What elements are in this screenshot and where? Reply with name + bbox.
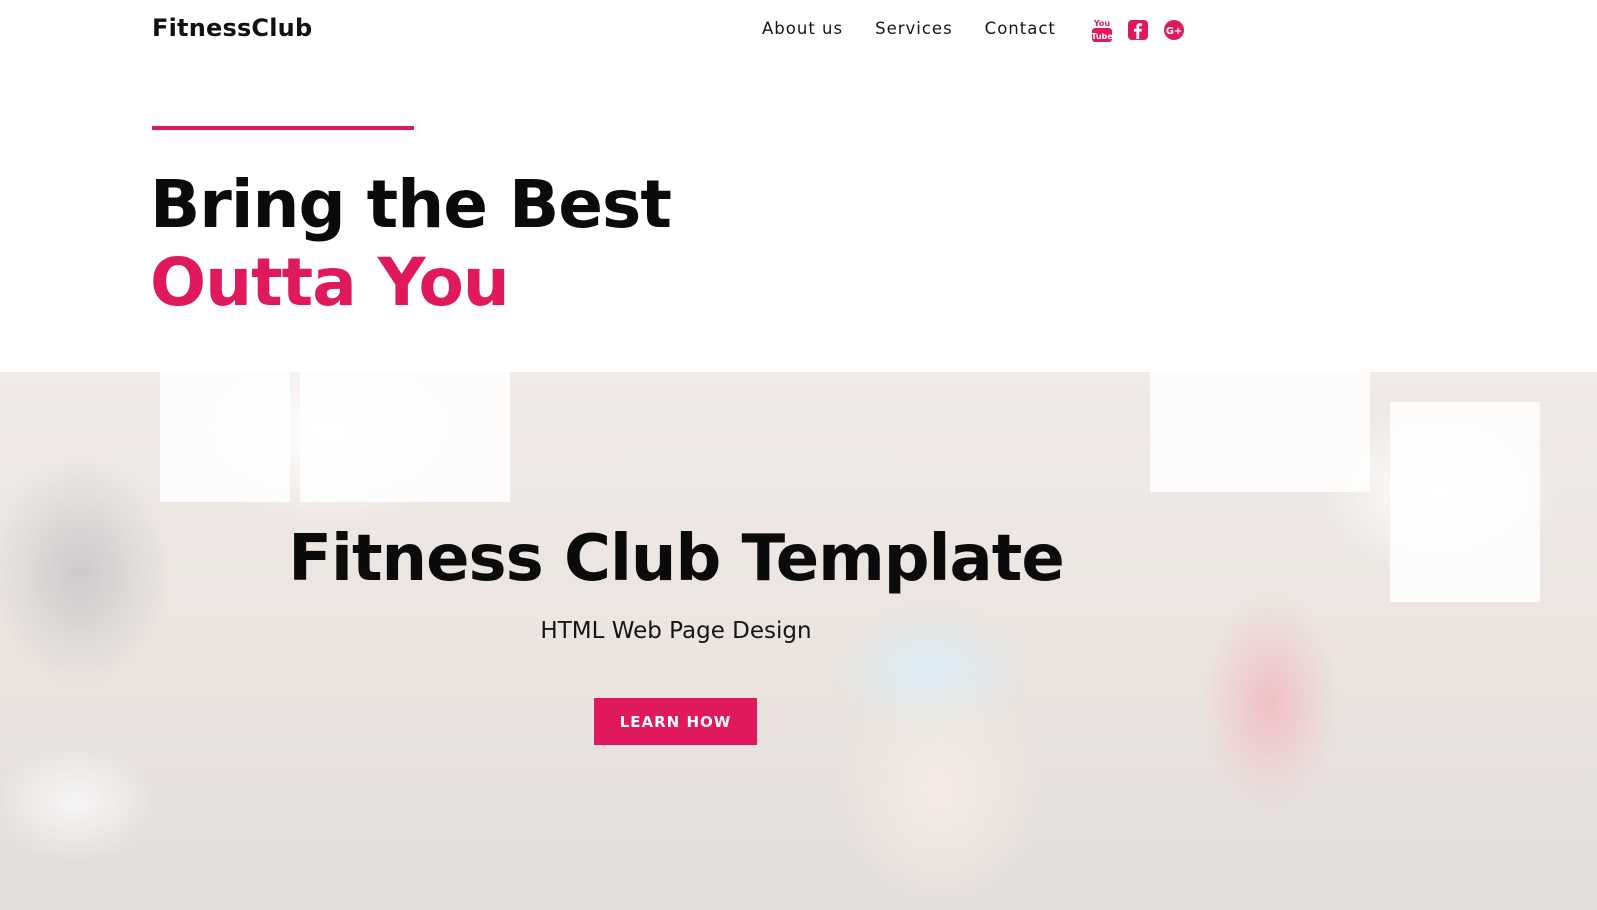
svg-text:You: You [1093,19,1111,28]
intro-heading-line-2: Outta You [150,244,510,321]
intro-heading-line-1: Bring the Best [150,166,672,243]
svg-text:G+: G+ [1166,26,1183,37]
youtube-icon[interactable]: You Tube [1091,17,1113,43]
nav-link-services[interactable]: Services [875,19,953,38]
svg-text:Tube: Tube [1091,32,1113,41]
brand-logo[interactable]: FitnessClub [152,14,312,42]
accent-divider [152,126,414,130]
nav-link-about[interactable]: About us [762,19,843,38]
social-links: You Tube G+ [1091,17,1185,43]
intro-heading: Bring the Best Outta You [150,166,672,322]
nav-link-contact[interactable]: Contact [985,19,1056,38]
learn-how-button[interactable]: LEARN HOW [594,698,757,745]
hero-banner: Fitness Club Template HTML Web Page Desi… [0,372,1597,910]
main-nav: About us Services Contact [762,19,1056,38]
top-navbar: FitnessClub About us Services Contact Yo… [0,0,1597,62]
hero-title: Fitness Club Template [288,522,1064,596]
google-plus-icon[interactable]: G+ [1163,17,1185,43]
hero-subtitle: HTML Web Page Design [540,618,812,644]
facebook-icon[interactable] [1127,17,1149,43]
